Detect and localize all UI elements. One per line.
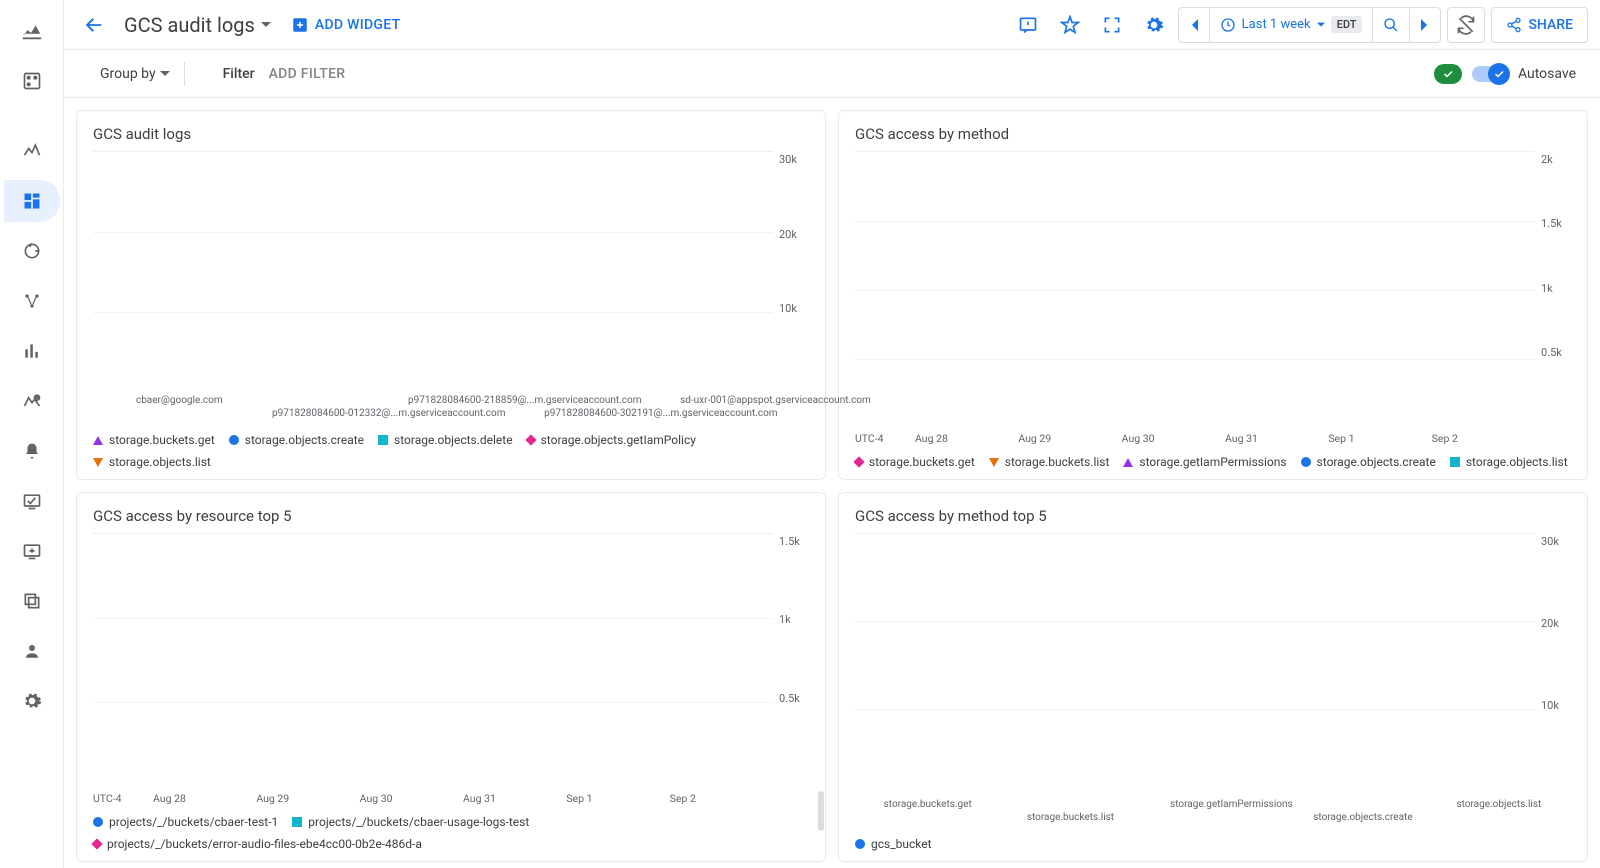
dashboard-grid: GCS audit logs △ 30k20k10k cbaer@google.… <box>64 98 1600 868</box>
rail-settings-icon[interactable] <box>4 680 60 722</box>
x-axis: UTC-4Aug 28Aug 29Aug 30Aug 31Sep 1Sep 2 <box>93 788 809 805</box>
chart-legend: storage.buckets.get storage.objects.creat… <box>93 423 809 469</box>
left-nav-rail <box>0 0 64 868</box>
chart-card-gcs-access-by-method-top5: GCS access by method top 5 30k20k10k sto… <box>838 492 1588 862</box>
tz-chip: EDT <box>1331 16 1363 33</box>
chevron-down-icon <box>261 20 271 30</box>
chart-plot[interactable]: △ <box>93 151 773 395</box>
scrollbar-thumb[interactable] <box>818 791 824 831</box>
y-axis: 1.5k1k0.5k <box>773 533 809 788</box>
rail-synthetic-icon[interactable] <box>4 530 60 572</box>
chevron-down-icon <box>1317 21 1325 29</box>
autosave-toggle[interactable] <box>1472 66 1508 82</box>
legend-item[interactable]: storage.buckets.get <box>93 433 215 447</box>
rail-error-icon[interactable] <box>4 380 60 422</box>
dashboard-title-dropdown[interactable]: GCS audit logs <box>124 13 271 37</box>
legend-item[interactable]: storage.objects.delete <box>378 433 513 447</box>
share-icon <box>1506 17 1522 33</box>
clock-icon <box>1220 17 1236 33</box>
add-filter-button[interactable]: ADD FILTER <box>269 66 346 82</box>
add-widget-button[interactable]: ADD WIDGET <box>283 16 409 34</box>
legend-item[interactable]: storage.objects.list <box>93 455 211 469</box>
chart-plot[interactable] <box>855 533 1535 799</box>
time-range-button[interactable]: Last 1 week EDT <box>1210 8 1374 42</box>
filter-icon <box>199 65 217 83</box>
auto-refresh-button[interactable] <box>1447 7 1485 43</box>
chart-title: GCS audit logs <box>93 125 809 143</box>
chart-plot[interactable] <box>855 151 1535 428</box>
legend-item[interactable]: storage.objects.create <box>229 433 364 447</box>
status-badge <box>1434 64 1462 84</box>
top-bar: GCS audit logs ADD WIDGET Last 1 week ED… <box>64 0 1600 50</box>
x-axis: UTC-4Aug 28Aug 29Aug 30Aug 31Sep 1Sep 2 <box>855 428 1571 445</box>
chart-legend: projects/_/buckets/cbaer-test-1 projects/… <box>93 805 809 851</box>
legend-item[interactable]: storage.objects.list <box>1450 455 1568 469</box>
chart-legend: gcs_bucket <box>855 827 1571 851</box>
rail-permissions-icon[interactable] <box>4 630 60 672</box>
legend-item[interactable]: storage.getIamPermissions <box>1123 455 1286 469</box>
back-button[interactable] <box>76 7 112 43</box>
plus-box-icon <box>291 16 309 34</box>
rail-services-icon[interactable] <box>4 230 60 272</box>
chart-card-gcs-access-by-method: GCS access by method 2k1.5k1k0.5k UTC-4A… <box>838 110 1588 480</box>
fullscreen-icon[interactable] <box>1094 7 1130 43</box>
chart-title: GCS access by resource top 5 <box>93 507 809 525</box>
gear-icon[interactable] <box>1136 7 1172 43</box>
filter-bar: Group by Filter ADD FILTER Autosave <box>64 50 1600 98</box>
rail-uptime-icon[interactable] <box>4 480 60 522</box>
time-prev-button[interactable] <box>1179 8 1210 42</box>
time-range-picker: Last 1 week EDT <box>1178 7 1442 43</box>
rail-logging-icon[interactable] <box>4 330 60 372</box>
legend-item[interactable]: gcs_bucket <box>855 837 932 851</box>
legend-item[interactable]: storage.objects.create <box>1301 455 1436 469</box>
y-axis: 2k1.5k1k0.5k <box>1535 151 1571 428</box>
legend-item[interactable]: storage.buckets.list <box>989 455 1110 469</box>
page-title: GCS audit logs <box>124 13 255 37</box>
chart-title: GCS access by method top 5 <box>855 507 1571 525</box>
legend-item[interactable]: projects/_/buckets/cbaer-usage-logs-test <box>292 815 529 829</box>
time-next-button[interactable] <box>1410 8 1440 42</box>
chart-plot[interactable] <box>93 533 773 788</box>
x-axis: cbaer@google.comp971828084600-012332@...… <box>93 395 809 423</box>
legend-item[interactable]: projects/_/buckets/error-audio-files-ebe… <box>93 837 422 851</box>
y-axis: 30k20k10k <box>1535 533 1571 799</box>
share-button[interactable]: SHARE <box>1491 7 1588 43</box>
group-by-dropdown[interactable]: Group by <box>100 62 185 86</box>
rail-metrics-icon[interactable] <box>4 60 60 102</box>
rail-groups-icon[interactable] <box>4 580 60 622</box>
chart-card-gcs-audit-logs: GCS audit logs △ 30k20k10k cbaer@google.… <box>76 110 826 480</box>
rail-home-icon[interactable] <box>4 10 60 52</box>
star-icon[interactable] <box>1052 7 1088 43</box>
filter-button[interactable]: Filter <box>199 65 255 83</box>
rail-alerting-icon[interactable] <box>4 430 60 472</box>
legend-item[interactable]: projects/_/buckets/cbaer-test-1 <box>93 815 278 829</box>
zoom-button[interactable] <box>1373 8 1410 42</box>
chart-legend: storage.buckets.get storage.buckets.list s… <box>855 445 1571 469</box>
rail-traces-icon[interactable] <box>4 280 60 322</box>
legend-item[interactable]: storage.objects.getIamPolicy <box>527 433 696 447</box>
chart-title: GCS access by method <box>855 125 1571 143</box>
chart-card-gcs-access-by-resource: GCS access by resource top 5 1.5k1k0.5k … <box>76 492 826 862</box>
autosave-label: Autosave <box>1518 66 1576 82</box>
x-axis: storage.buckets.getstorage.buckets.lists… <box>855 799 1571 827</box>
chevron-down-icon <box>160 69 170 79</box>
rail-dashboards-icon[interactable] <box>4 180 60 222</box>
feedback-icon[interactable] <box>1010 7 1046 43</box>
rail-explorer-icon[interactable] <box>4 130 60 172</box>
y-axis: 30k20k10k <box>773 151 809 395</box>
legend-item[interactable]: storage.buckets.get <box>855 455 975 469</box>
